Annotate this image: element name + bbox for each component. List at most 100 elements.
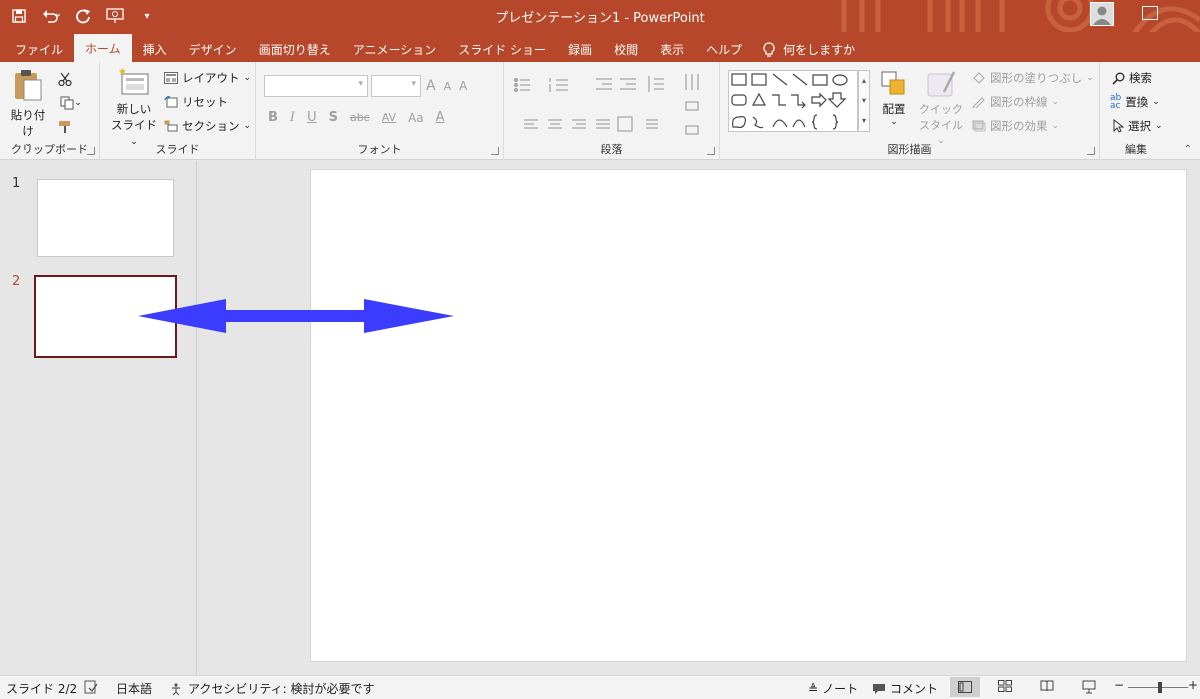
tell-me-box[interactable]: 何をしますか bbox=[753, 36, 865, 64]
shadow-button[interactable]: S bbox=[329, 110, 338, 125]
tab-animations[interactable]: アニメーション bbox=[342, 36, 448, 64]
reset-icon bbox=[164, 96, 178, 108]
grow-font-button[interactable]: A bbox=[426, 78, 436, 94]
slide-number-1: 1 bbox=[12, 176, 21, 191]
bold-button[interactable]: B bbox=[268, 110, 278, 125]
paste-button[interactable]: 貼り付け ⌄ bbox=[6, 68, 50, 149]
shape-effects-icon bbox=[972, 120, 986, 132]
underline-button[interactable]: U bbox=[307, 110, 317, 125]
paste-icon bbox=[15, 70, 42, 101]
select-dropdown-icon: ⌄ bbox=[1155, 121, 1163, 131]
comments-button[interactable]: コメント bbox=[872, 680, 938, 697]
shape-fill-button[interactable]: 図形の塗りつぶし ⌄ bbox=[972, 70, 1094, 86]
reset-button[interactable]: リセット bbox=[164, 94, 228, 110]
font-color-button[interactable]: A bbox=[436, 110, 445, 125]
slide-thumbnail-1[interactable] bbox=[37, 179, 174, 257]
italic-button[interactable]: I bbox=[290, 110, 295, 125]
paste-label: 貼り付け bbox=[10, 108, 46, 138]
zoom-slider-thumb[interactable] bbox=[1158, 682, 1162, 693]
font-size-select[interactable]: ▾ bbox=[371, 75, 421, 97]
font-dialog-launcher-icon[interactable] bbox=[491, 147, 499, 155]
tab-record[interactable]: 録画 bbox=[557, 36, 603, 64]
tab-slideshow[interactable]: スライド ショー bbox=[447, 36, 557, 64]
slide-editor bbox=[198, 161, 1200, 675]
shapes-scroll[interactable]: ▴ ▾ ▾ bbox=[858, 70, 870, 132]
cut-icon[interactable] bbox=[56, 70, 74, 88]
quick-styles-button[interactable]: クイック スタイル ⌄ bbox=[918, 70, 964, 146]
clear-format-button[interactable]: A bbox=[459, 79, 467, 93]
slide-position: スライド 2/2 bbox=[6, 682, 78, 696]
zoom-out-button[interactable]: − bbox=[1114, 678, 1124, 692]
shape-fill-icon bbox=[973, 72, 985, 84]
status-bar: スライド 2/2 日本語 アクセシビリティ: 検討が必要です ≜ ノート コメント… bbox=[0, 675, 1200, 699]
find-button[interactable]: 検索 bbox=[1112, 70, 1152, 86]
tab-insert[interactable]: 挿入 bbox=[132, 36, 178, 64]
language-indicator[interactable]: 日本語 bbox=[116, 680, 152, 697]
section-icon bbox=[164, 120, 178, 132]
tab-home[interactable]: ホーム bbox=[74, 34, 132, 64]
shrink-font-button[interactable]: A bbox=[444, 80, 452, 93]
shape-effects-button[interactable]: 図形の効果 ⌄ bbox=[972, 118, 1059, 134]
accessibility-checker[interactable]: アクセシビリティ: 検討が必要です bbox=[170, 680, 375, 697]
quick-styles-icon bbox=[927, 71, 956, 97]
collapse-ribbon-icon[interactable]: ⌃ bbox=[1184, 144, 1192, 155]
shape-effects-label: 図形の効果 bbox=[990, 119, 1048, 133]
tab-file[interactable]: ファイル bbox=[4, 36, 74, 64]
clipboard-group: 貼り付け ⌄ ⌄ クリップボード bbox=[0, 62, 100, 160]
notes-button[interactable]: ≜ ノート bbox=[808, 680, 858, 697]
clipboard-dialog-launcher-icon[interactable] bbox=[87, 147, 95, 155]
zoom-in-button[interactable]: + bbox=[1188, 678, 1198, 692]
arrange-button[interactable]: 配置 ⌄ bbox=[876, 70, 912, 140]
section-dropdown-icon: ⌄ bbox=[243, 121, 252, 131]
copy-icon[interactable]: ⌄ bbox=[56, 94, 86, 112]
drawing-group-label: 図形描画 bbox=[887, 143, 932, 156]
shapes-gallery[interactable] bbox=[728, 70, 858, 132]
font-name-select[interactable]: ▾ bbox=[264, 75, 368, 97]
select-button[interactable]: 選択 ⌄ bbox=[1112, 118, 1163, 134]
format-painter-icon[interactable] bbox=[56, 118, 74, 136]
comments-label: コメント bbox=[890, 682, 939, 696]
shape-outline-dropdown-icon: ⌄ bbox=[1051, 97, 1060, 107]
slides-group: 新しい スライド ⌄ レイアウト ⌄ リセット セクション ⌄ スライド bbox=[100, 62, 256, 160]
drawing-dialog-launcher-icon[interactable] bbox=[1087, 147, 1095, 155]
replace-label: 置換 bbox=[1125, 95, 1149, 109]
layout-button[interactable]: レイアウト ⌄ bbox=[164, 70, 251, 86]
ribbon-display-options-icon[interactable] bbox=[1142, 6, 1158, 20]
strikethrough-button[interactable]: abc bbox=[350, 111, 370, 124]
tab-design[interactable]: デザイン bbox=[178, 36, 248, 64]
shape-outline-icon bbox=[972, 97, 985, 108]
font-style-row: B I U S abc AV Aa A bbox=[268, 110, 445, 125]
shape-effects-dropdown-icon: ⌄ bbox=[1051, 121, 1060, 131]
replace-button[interactable]: ab ac 置換 ⌄ bbox=[1110, 93, 1160, 111]
replace-icon: ab ac bbox=[1110, 93, 1122, 111]
paragraph-dialog-launcher-icon[interactable] bbox=[707, 147, 715, 155]
slideshow-view-icon[interactable] bbox=[1082, 680, 1096, 697]
clipboard-group-label: クリップボード bbox=[11, 143, 88, 156]
quick-styles-label-1: クイック bbox=[919, 103, 963, 116]
spell-check-icon[interactable] bbox=[84, 680, 98, 697]
char-spacing-button[interactable]: AV bbox=[382, 111, 396, 124]
section-button[interactable]: セクション ⌄ bbox=[164, 118, 251, 134]
replace-dropdown-icon: ⌄ bbox=[1152, 97, 1160, 107]
window-title: プレゼンテーション1 - PowerPoint bbox=[495, 11, 705, 26]
tab-transitions[interactable]: 画面切り替え bbox=[248, 36, 342, 64]
font-size-buttons: A A A bbox=[426, 78, 467, 94]
reading-view-icon[interactable] bbox=[1040, 680, 1054, 695]
normal-view-icon[interactable] bbox=[950, 677, 980, 697]
tab-help[interactable]: ヘルプ bbox=[695, 36, 753, 64]
left-right-arrow-shape[interactable] bbox=[136, 297, 456, 337]
new-slide-button[interactable]: 新しい スライド ⌄ bbox=[108, 68, 160, 147]
tab-view[interactable]: 表示 bbox=[649, 36, 695, 64]
font-group: ▾ ▾ A A A B I U S abc AV Aa A フォント bbox=[256, 62, 504, 160]
arrange-icon bbox=[881, 71, 905, 95]
shape-outline-button[interactable]: 図形の枠線 ⌄ bbox=[972, 94, 1059, 110]
tab-review[interactable]: 校閲 bbox=[603, 36, 649, 64]
font-size-dropdown-icon: ▾ bbox=[411, 79, 416, 89]
notes-label: ノート bbox=[822, 682, 859, 696]
change-case-button[interactable]: Aa bbox=[408, 111, 424, 125]
slides-group-label: スライド bbox=[155, 143, 200, 156]
user-avatar-icon[interactable] bbox=[1090, 2, 1114, 26]
current-slide[interactable] bbox=[310, 169, 1187, 662]
slide-sorter-view-icon[interactable] bbox=[998, 680, 1012, 695]
new-slide-icon bbox=[118, 68, 149, 95]
